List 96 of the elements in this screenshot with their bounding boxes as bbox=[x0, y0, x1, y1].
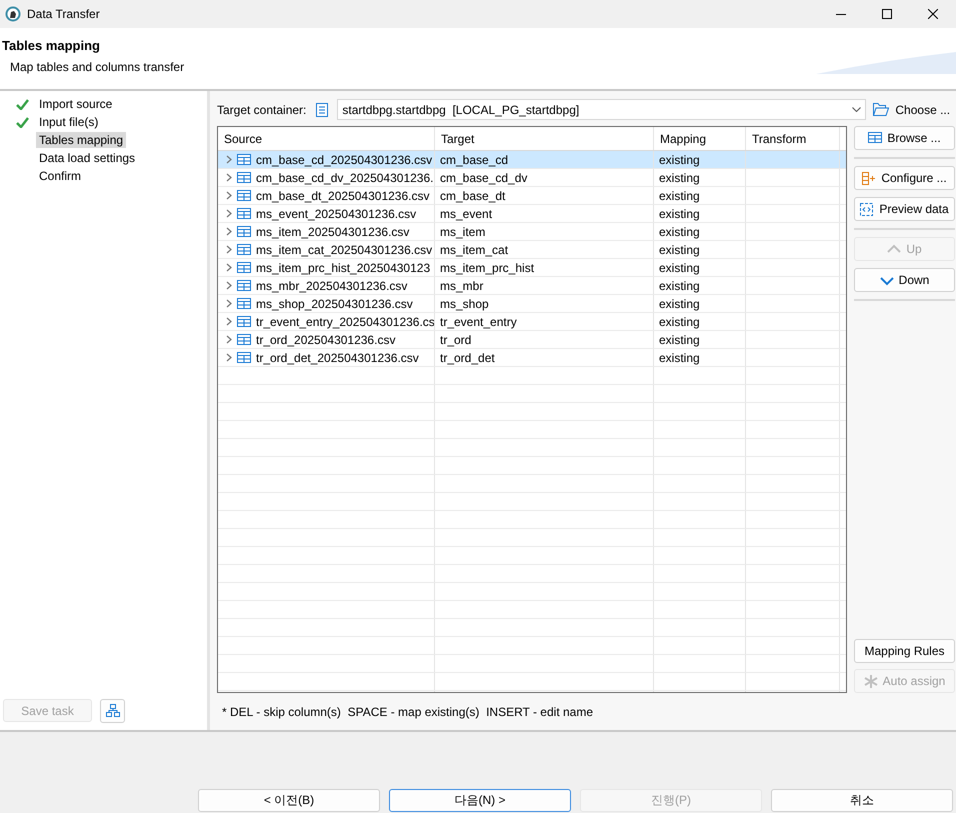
table-cell: ms_mbr bbox=[440, 278, 484, 292]
wizard-button[interactable]: 다음(N) > bbox=[389, 789, 571, 812]
table-cell: ms_item_cat_202504301236.csv bbox=[256, 242, 432, 256]
side-button[interactable]: Configure ... bbox=[854, 166, 955, 190]
table-cell: tr_event_entry bbox=[440, 314, 517, 328]
table-cell: cm_base_dt_202504301236.csv bbox=[256, 188, 430, 202]
table-row[interactable]: tr_ord_det_202504301236.csv tr_ord_det existing bbox=[218, 349, 846, 367]
table-icon bbox=[237, 154, 251, 165]
page-subtitle: Map tables and columns transfer bbox=[10, 60, 184, 74]
table-icon bbox=[237, 316, 251, 327]
task-icon-button[interactable] bbox=[100, 699, 125, 723]
table-cell: tr_event_entry_202504301236.cs bbox=[256, 314, 434, 328]
table-row[interactable]: ms_item_cat_202504301236.csv ms_item_cat existing bbox=[218, 241, 846, 259]
table-row[interactable]: ms_item_prc_hist_20250430123 ms_item_prc_hist existing bbox=[218, 259, 846, 277]
table-cell: tr_ord bbox=[440, 332, 472, 346]
table-cell: tr_ord_det bbox=[440, 350, 495, 364]
window-title: Data Transfer bbox=[27, 7, 101, 21]
side-button[interactable]: Preview data bbox=[854, 197, 955, 221]
close-icon bbox=[928, 9, 938, 19]
table-row[interactable]: cm_base_cd_202504301236.csv cm_base_cd existing bbox=[218, 151, 846, 169]
target-container-label: Target container: bbox=[217, 102, 306, 116]
table-cell: ms_item_cat bbox=[440, 242, 508, 256]
table-cell: ms_item_prc_hist bbox=[440, 260, 534, 274]
table-cell: cm_base_cd bbox=[440, 152, 508, 166]
asterisk-icon bbox=[864, 674, 878, 688]
table-cell: existing bbox=[659, 278, 700, 292]
table-icon bbox=[237, 298, 251, 309]
up-chevron-icon bbox=[887, 242, 902, 256]
document-icon bbox=[316, 102, 328, 116]
table-cell: ms_item bbox=[440, 224, 486, 238]
table-cell: cm_base_dt bbox=[440, 188, 506, 202]
table-icon bbox=[237, 262, 251, 273]
table-row[interactable]: ms_shop_202504301236.csv ms_shop existing bbox=[218, 295, 846, 313]
page-title: Tables mapping bbox=[2, 38, 100, 53]
target-container-dropdown[interactable]: startdbpg.startdbpg [LOCAL_PG_startdbpg] bbox=[337, 99, 866, 120]
table-cell: existing bbox=[659, 170, 700, 184]
wizard-step[interactable]: Confirm bbox=[36, 168, 84, 184]
table-row[interactable]: ms_mbr_202504301236.csv ms_mbr existing bbox=[218, 277, 846, 295]
table-cell: existing bbox=[659, 260, 700, 274]
table-row[interactable]: ms_item_202504301236.csv ms_item existing bbox=[218, 223, 846, 241]
table-cell: ms_item_prc_hist_20250430123 bbox=[256, 260, 430, 274]
wizard-step[interactable]: Data load settings bbox=[36, 150, 138, 166]
table-row[interactable]: tr_ord_202504301236.csv tr_ord existing bbox=[218, 331, 846, 349]
table-cell: existing bbox=[659, 332, 700, 346]
table-icon bbox=[237, 190, 251, 201]
table-cell: existing bbox=[659, 314, 700, 328]
table-row[interactable]: cm_base_cd_dv_202504301236. cm_base_cd_dv existing bbox=[218, 169, 846, 187]
table-cell: tr_ord_det_202504301236.csv bbox=[256, 350, 419, 364]
table-cell: ms_shop bbox=[440, 296, 489, 310]
hierarchy-icon bbox=[106, 704, 120, 718]
table-cell: ms_event_202504301236.csv bbox=[256, 206, 416, 220]
side-button[interactable]: Down bbox=[854, 268, 955, 292]
table-row[interactable]: ms_event_202504301236.csv ms_event existing bbox=[218, 205, 846, 223]
table-icon bbox=[237, 352, 251, 363]
table-cell: existing bbox=[659, 224, 700, 238]
table-icon bbox=[237, 172, 251, 183]
folder-icon bbox=[873, 103, 890, 116]
keyboard-hint: * DEL - skip column(s) SPACE - map existing(s) INSERT - edit name bbox=[222, 705, 594, 719]
table-cell: ms_event bbox=[440, 206, 492, 220]
table-icon bbox=[237, 280, 251, 291]
wizard-step[interactable]: Tables mapping bbox=[36, 132, 126, 148]
table-cell: existing bbox=[659, 206, 700, 220]
column-header[interactable]: Source bbox=[218, 127, 435, 150]
table-row[interactable]: cm_base_dt_202504301236.csv cm_base_dt existing bbox=[218, 187, 846, 205]
wizard-button[interactable]: 취소 bbox=[771, 789, 953, 812]
table-row[interactable]: tr_event_entry_202504301236.cs tr_event_entry existing bbox=[218, 313, 846, 331]
table-cell: existing bbox=[659, 242, 700, 256]
table-cell: ms_item_202504301236.csv bbox=[256, 224, 410, 238]
table-icon bbox=[237, 226, 251, 237]
column-header[interactable]: Target bbox=[435, 127, 654, 150]
table-cell: existing bbox=[659, 188, 700, 202]
table-cell: existing bbox=[659, 350, 700, 364]
choose-button[interactable]: Choose ... bbox=[873, 102, 956, 116]
table-icon bbox=[237, 208, 251, 219]
wizard-step[interactable]: Input file(s) bbox=[36, 114, 102, 130]
table-cell: ms_shop_202504301236.csv bbox=[256, 296, 413, 310]
add-column-icon bbox=[862, 172, 876, 184]
code-preview-icon bbox=[860, 202, 874, 216]
table-cell: existing bbox=[659, 152, 700, 166]
table-cell: cm_base_cd_dv bbox=[440, 170, 528, 184]
table-cell: ms_mbr_202504301236.csv bbox=[256, 278, 408, 292]
column-header[interactable]: Transform bbox=[746, 127, 840, 150]
table-icon bbox=[237, 334, 251, 345]
maximize-icon bbox=[882, 9, 892, 19]
app-icon bbox=[5, 6, 21, 22]
table-icon bbox=[868, 132, 882, 144]
table-cell: cm_base_cd_202504301236.csv bbox=[256, 152, 432, 166]
table-cell: cm_base_cd_dv_202504301236. bbox=[256, 170, 434, 184]
table-icon bbox=[237, 244, 251, 255]
table-cell: existing bbox=[659, 296, 700, 310]
wizard-step[interactable]: Import source bbox=[36, 96, 116, 112]
side-button[interactable]: Browse ... bbox=[854, 126, 955, 150]
column-header[interactable]: Mapping bbox=[654, 127, 746, 150]
wizard-button[interactable]: < 이전(B) bbox=[198, 789, 380, 812]
table-cell: tr_ord_202504301236.csv bbox=[256, 332, 396, 346]
side-button[interactable]: Mapping Rules bbox=[854, 639, 955, 663]
